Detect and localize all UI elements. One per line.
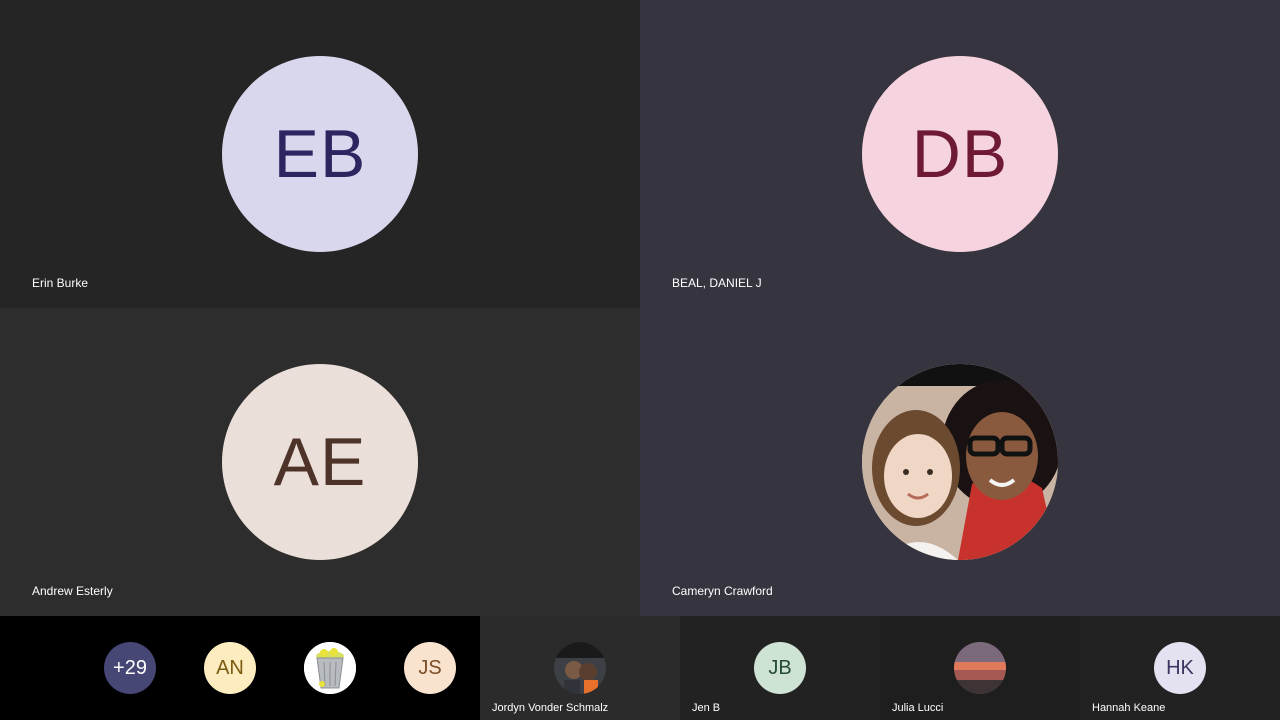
participant-tile-jen-b[interactable]: JB Jen B (680, 616, 880, 720)
trash-can-photo-icon (304, 642, 356, 694)
avatar-initials: DB (911, 116, 1009, 192)
profile-photo-icon (554, 642, 606, 694)
avatar: HK (1154, 642, 1206, 694)
sunset-photo-icon (954, 642, 1006, 694)
avatar-initials: JB (768, 656, 792, 679)
avatar-photo[interactable] (304, 642, 356, 694)
participant-tile-cameryn-crawford[interactable]: Cameryn Crawford (640, 308, 1280, 616)
avatar: EB (222, 56, 418, 252)
participant-tile-andrew-esterly[interactable]: AE Andrew Esterly (0, 308, 640, 616)
participant-name: BEAL, DANIEL J (672, 276, 762, 290)
participant-tile-erin-burke[interactable]: EB Erin Burke (0, 0, 640, 308)
avatar-photo (862, 364, 1058, 560)
participant-name: Julia Lucci (892, 702, 944, 714)
participant-tile-julia-lucci[interactable]: Julia Lucci (880, 616, 1080, 720)
avatar-photo (954, 642, 1006, 694)
participant-tile-jordyn-vonder-schmalz[interactable]: Jordyn Vonder Schmalz (480, 616, 680, 720)
avatar[interactable]: JS (404, 642, 456, 694)
avatar-initials: AE (273, 424, 367, 500)
avatar-initials: EB (273, 116, 367, 192)
profile-photo-icon (862, 364, 1058, 560)
participant-strip: +29 AN JS Jordyn Vonder Schmalz JB Jen B… (0, 616, 1280, 720)
avatar-initials: HK (1166, 656, 1194, 679)
avatar: DB (862, 56, 1058, 252)
overflow-participants: +29 AN JS (0, 616, 480, 720)
participant-name: Jen B (692, 702, 721, 714)
participant-name: Cameryn Crawford (672, 584, 773, 598)
avatar: AE (222, 364, 418, 560)
more-participants-count: +29 (113, 656, 147, 679)
avatar[interactable]: AN (204, 642, 256, 694)
participant-name: Hannah Keane (1092, 702, 1166, 714)
participant-tile-hannah-keane[interactable]: HK Hannah Keane (1080, 616, 1280, 720)
avatar: JB (754, 642, 806, 694)
participant-name: Andrew Esterly (32, 584, 113, 598)
participant-tile-daniel-beal[interactable]: DB BEAL, DANIEL J (640, 0, 1280, 308)
avatar-initials: AN (216, 656, 244, 679)
participant-name: Jordyn Vonder Schmalz (492, 702, 609, 714)
more-participants-button[interactable]: +29 (104, 642, 156, 694)
avatar-initials: JS (418, 656, 442, 679)
avatar-photo (554, 642, 606, 694)
participant-name: Erin Burke (32, 276, 89, 290)
